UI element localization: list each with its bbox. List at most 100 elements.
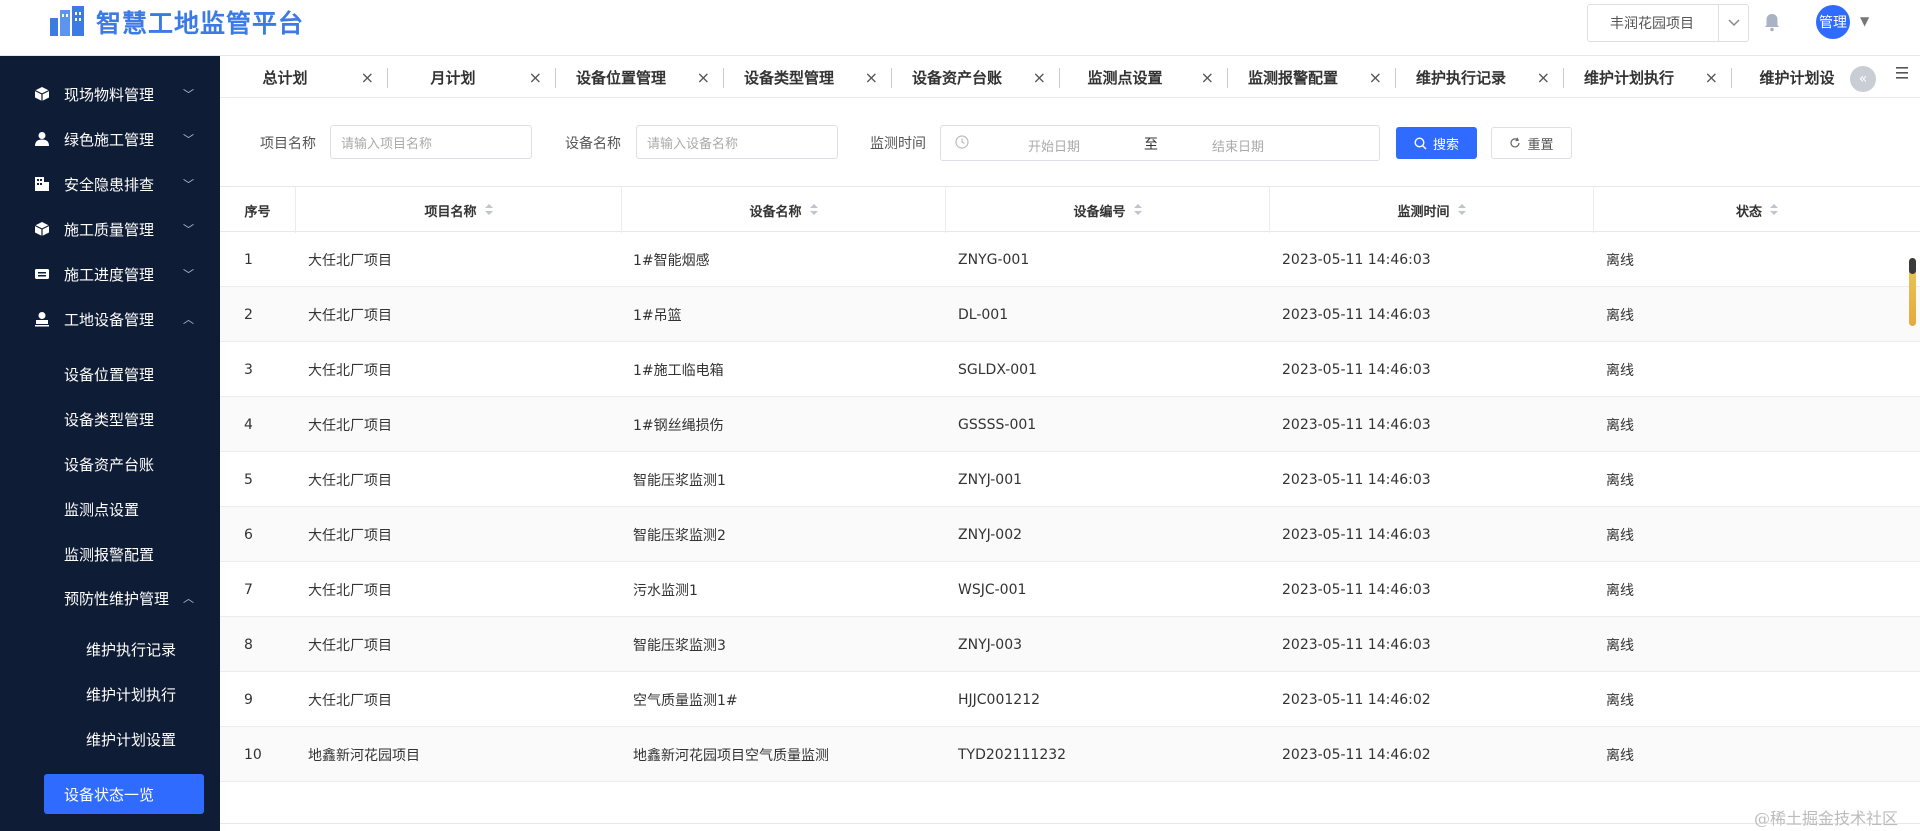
- sidebar-item-device-status[interactable]: 设备状态一览: [44, 774, 204, 814]
- cell-device: 污水监测1: [633, 582, 698, 599]
- sidebar-subitem-assets[interactable]: 设备资产台账: [64, 454, 154, 475]
- sidebar-item-progress[interactable]: 施工进度管理 ﹀: [0, 254, 220, 294]
- sidebar-subitem-plan-setting[interactable]: 维护计划设置: [86, 729, 176, 750]
- tab-month-plan[interactable]: 月计划 ×: [388, 56, 556, 97]
- tab-plan-exec[interactable]: 维护计划执行 ×: [1564, 56, 1732, 97]
- close-icon[interactable]: ×: [1033, 68, 1046, 87]
- cell-project: 大任北厂项目: [308, 582, 392, 599]
- cell-index: 5: [244, 471, 253, 488]
- cell-device: 智能压浆监测3: [633, 637, 726, 654]
- tab-total-plan[interactable]: 总计划 ×: [220, 56, 388, 97]
- sidebar-subitem-location[interactable]: 设备位置管理: [64, 364, 154, 385]
- sidebar-item-equipment[interactable]: 工地设备管理 ︿: [0, 299, 220, 339]
- sidebar-item-label: 安全隐患排查: [64, 175, 155, 194]
- cell-device-code: WSJC-001: [958, 581, 1027, 598]
- column-header-index: 序号: [220, 187, 296, 233]
- menu-icon[interactable]: [1894, 66, 1910, 80]
- device-name-input[interactable]: 请输入设备名称: [636, 125, 838, 159]
- sidebar-subitem-alarm[interactable]: 监测报警配置: [64, 544, 154, 565]
- cell-time: 2023-05-11 14:46:02: [1282, 691, 1431, 708]
- double-chevron-left-icon[interactable]: «: [1850, 66, 1876, 92]
- sidebar-group-maintenance[interactable]: 预防性维护管理 ︿: [0, 578, 220, 618]
- sort-icon[interactable]: [809, 204, 818, 216]
- cell-index: 10: [244, 746, 262, 763]
- date-range-picker[interactable]: 开始日期 至 结束日期: [940, 125, 1380, 161]
- table-row[interactable]: 7 大任北厂项目 污水监测1 WSJC-001 2023-05-11 14:46…: [220, 562, 1920, 617]
- chevron-down-icon: ﹀: [183, 268, 194, 281]
- cell-project: 大任北厂项目: [308, 307, 392, 324]
- column-header-status[interactable]: 状态: [1594, 187, 1920, 233]
- tab-exec-record[interactable]: 维护执行记录 ×: [1396, 56, 1564, 97]
- user-avatar[interactable]: 管理: [1816, 5, 1850, 39]
- column-header-device[interactable]: 设备名称: [622, 187, 946, 233]
- column-header-time[interactable]: 监测时间: [1270, 187, 1594, 233]
- table-row[interactable]: 5 大任北厂项目 智能压浆监测1 ZNYJ-001 2023-05-11 14:…: [220, 452, 1920, 507]
- building-icon: [35, 177, 49, 191]
- tab-device-assets[interactable]: 设备资产台账 ×: [892, 56, 1060, 97]
- sort-icon[interactable]: [1457, 204, 1466, 216]
- logo-icon: [50, 6, 84, 36]
- table-row[interactable]: 8 大任北厂项目 智能压浆监测3 ZNYJ-003 2023-05-11 14:…: [220, 617, 1920, 672]
- sidebar-subitem-plan-exec[interactable]: 维护计划执行: [86, 684, 176, 705]
- cell-time: 2023-05-11 14:46:03: [1282, 471, 1431, 488]
- sidebar-item-material[interactable]: 现场物料管理 ﹀: [0, 74, 220, 114]
- close-icon[interactable]: ×: [1537, 68, 1550, 87]
- close-icon[interactable]: ×: [697, 68, 710, 87]
- tab-device-location[interactable]: 设备位置管理 ×: [556, 56, 724, 97]
- cell-device-code: ZNYJ-003: [958, 636, 1023, 653]
- chevron-up-icon: ︿: [183, 313, 194, 326]
- start-date-input[interactable]: 开始日期: [1028, 136, 1080, 155]
- logo[interactable]: 智慧工地监管平台: [48, 4, 304, 40]
- sidebar-subitem-monitor-point[interactable]: 监测点设置: [64, 499, 139, 520]
- sort-icon[interactable]: [1770, 204, 1778, 216]
- table-row[interactable]: 1 大任北厂项目 1#智能烟感 ZNYG-001 2023-05-11 14:4…: [220, 232, 1920, 287]
- project-name-label: 项目名称: [260, 136, 316, 152]
- cell-status: 离线: [1606, 582, 1634, 599]
- sidebar-item-safety[interactable]: 安全隐患排查 ﹀: [0, 164, 220, 204]
- search-button[interactable]: 搜索: [1396, 127, 1477, 159]
- table-row[interactable]: 10 地鑫新河花园项目 地鑫新河花园项目空气质量监测 TYD202111232 …: [220, 727, 1920, 782]
- cell-time: 2023-05-11 14:46:03: [1282, 636, 1431, 653]
- cell-device: 地鑫新河花园项目空气质量监测: [633, 747, 829, 764]
- cell-time: 2023-05-11 14:46:02: [1282, 746, 1431, 763]
- scrollbar-thumb[interactable]: [1909, 258, 1916, 274]
- table-row[interactable]: 2 大任北厂项目 1#吊篮 DL-001 2023-05-11 14:46:03…: [220, 287, 1920, 342]
- cell-device-code: TYD202111232: [958, 746, 1067, 763]
- column-header-device-code[interactable]: 设备编号: [946, 187, 1270, 233]
- close-icon[interactable]: ×: [865, 68, 878, 87]
- bell-icon[interactable]: [1762, 12, 1782, 32]
- app-title: 智慧工地监管平台: [96, 9, 305, 38]
- column-header-project[interactable]: 项目名称: [296, 187, 622, 233]
- table-row[interactable]: 9 大任北厂项目 空气质量监测1# HJJC001212 2023-05-11 …: [220, 672, 1920, 727]
- cell-time: 2023-05-11 14:46:03: [1282, 526, 1431, 543]
- close-icon[interactable]: ×: [361, 68, 374, 87]
- sidebar-item-quality[interactable]: 施工质量管理 ﹀: [0, 209, 220, 249]
- project-select[interactable]: 丰润花园项目: [1587, 4, 1749, 42]
- cell-project: 大任北厂项目: [308, 637, 392, 654]
- close-icon[interactable]: ×: [1369, 68, 1382, 87]
- close-icon[interactable]: ×: [529, 68, 542, 87]
- cell-device: 空气质量监测1#: [633, 692, 738, 709]
- reset-button[interactable]: 重置: [1491, 127, 1572, 159]
- sort-icon[interactable]: [1133, 204, 1142, 216]
- sidebar-subitem-type[interactable]: 设备类型管理: [64, 409, 154, 430]
- project-name-input[interactable]: 请输入项目名称: [330, 125, 532, 159]
- tab-alarm-config[interactable]: 监测报警配置 ×: [1228, 56, 1396, 97]
- tab-device-type[interactable]: 设备类型管理 ×: [724, 56, 892, 97]
- table-row[interactable]: 4 大任北厂项目 1#钢丝绳损伤 GSSSS-001 2023-05-11 14…: [220, 397, 1920, 452]
- table-row[interactable]: 6 大任北厂项目 智能压浆监测2 ZNYJ-002 2023-05-11 14:…: [220, 507, 1920, 562]
- sidebar-subitem-exec-record[interactable]: 维护执行记录: [86, 639, 176, 660]
- caret-down-icon[interactable]: ▼: [1860, 14, 1869, 28]
- tab-label: 监测点设置: [1087, 68, 1163, 87]
- close-icon[interactable]: ×: [1201, 68, 1214, 87]
- end-date-input[interactable]: 结束日期: [1212, 136, 1264, 155]
- table-row[interactable]: 3 大任北厂项目 1#施工临电箱 SGLDX-001 2023-05-11 14…: [220, 342, 1920, 397]
- close-icon[interactable]: ×: [1705, 68, 1718, 87]
- tab-monitor-point[interactable]: 监测点设置 ×: [1060, 56, 1228, 97]
- sidebar-item-label: 工地设备管理: [64, 310, 155, 329]
- cell-status: 离线: [1606, 692, 1634, 709]
- cell-device: 1#钢丝绳损伤: [633, 417, 724, 434]
- sidebar-item-green[interactable]: 绿色施工管理 ﹀: [0, 119, 220, 159]
- cell-device-code: DL-001: [958, 306, 1009, 323]
- sort-icon[interactable]: [484, 204, 493, 216]
